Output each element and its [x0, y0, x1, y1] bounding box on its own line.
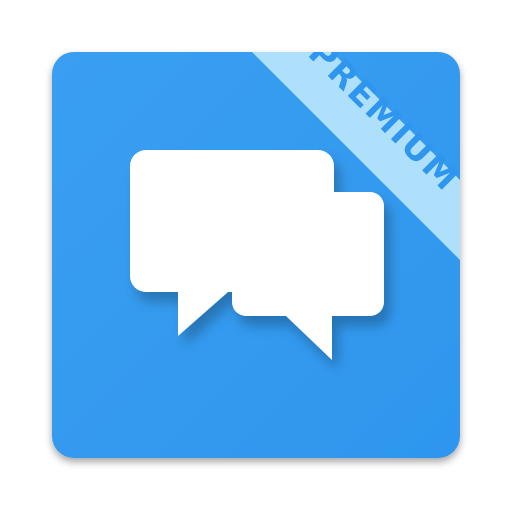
app-icon-graphic: PREMIUM: [52, 52, 460, 458]
app-icon[interactable]: PREMIUM: [0, 0, 512, 512]
